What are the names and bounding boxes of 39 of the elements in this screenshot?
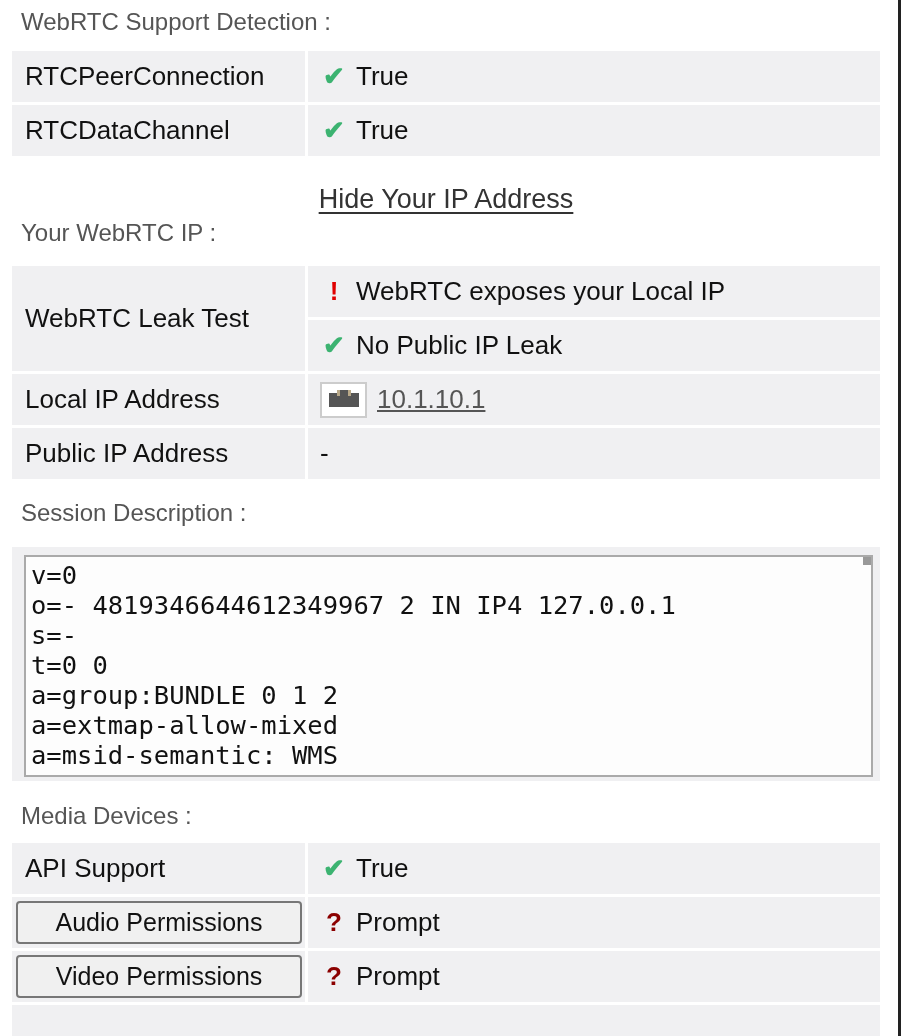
value-text: - (320, 437, 329, 470)
sdp-line: a=msid-semantic: WMS (31, 740, 339, 770)
sdp-line: a=group:BUNDLE 0 1 2 (31, 680, 339, 710)
ip-link[interactable]: 10.1.10.1 (377, 380, 486, 419)
permission-button[interactable]: Video Permissions (16, 955, 302, 998)
status-icon: ✔ (320, 326, 348, 365)
row-label: RTCDataChannel (25, 114, 230, 147)
sdp-line: a=extmap-allow-mixed (31, 710, 339, 740)
session-description-field[interactable]: v=0 o=- 4819346644612349967 2 IN IP4 127.0.0.1 s=- t=0 0 a=group:BUNDLE 0 1 2 a=extmap-allow-mixed a=msid-semantic: WMS (24, 555, 873, 777)
row-label: Public IP Address (25, 437, 229, 470)
status-icon: ✔ (320, 849, 348, 888)
status-icon: ✔ (320, 57, 348, 96)
hide-ip-link[interactable]: Hide Your IP Address (318, 179, 574, 217)
section-heading: Media Devices : (20, 801, 193, 831)
status-text: WebRTC exposes your Local IP (356, 275, 725, 308)
row-label: Local IP Address (25, 383, 220, 416)
section-heading: Session Description : (20, 498, 248, 528)
status-icon: ? (320, 957, 348, 996)
status-text: Prompt (356, 960, 440, 993)
section-heading: WebRTC Support Detection : (20, 7, 332, 37)
sdp-line: v=0 (31, 560, 78, 590)
status-icon: ? (320, 903, 348, 942)
status-text: Prompt (356, 906, 440, 939)
status-text: True (356, 852, 409, 885)
status-text: True (356, 114, 409, 147)
row-label: WebRTC Leak Test (25, 302, 249, 335)
scrollbar-thumb[interactable] (863, 557, 871, 565)
permission-button[interactable]: Audio Permissions (16, 901, 302, 944)
row-label: RTCPeerConnection (25, 60, 265, 93)
status-icon: ! (320, 272, 348, 311)
sdp-line: t=0 0 (31, 650, 108, 680)
section-heading: Your WebRTC IP : (20, 218, 218, 248)
row-label: API Support (25, 852, 166, 885)
status-text: No Public IP Leak (356, 329, 563, 362)
sdp-line: s=- (31, 620, 78, 650)
network-port-icon (320, 381, 367, 418)
status-text: True (356, 60, 409, 93)
sdp-line: o=- 4819346644612349967 2 IN IP4 127.0.0.1 (31, 590, 676, 620)
status-icon: ✔ (320, 111, 348, 150)
